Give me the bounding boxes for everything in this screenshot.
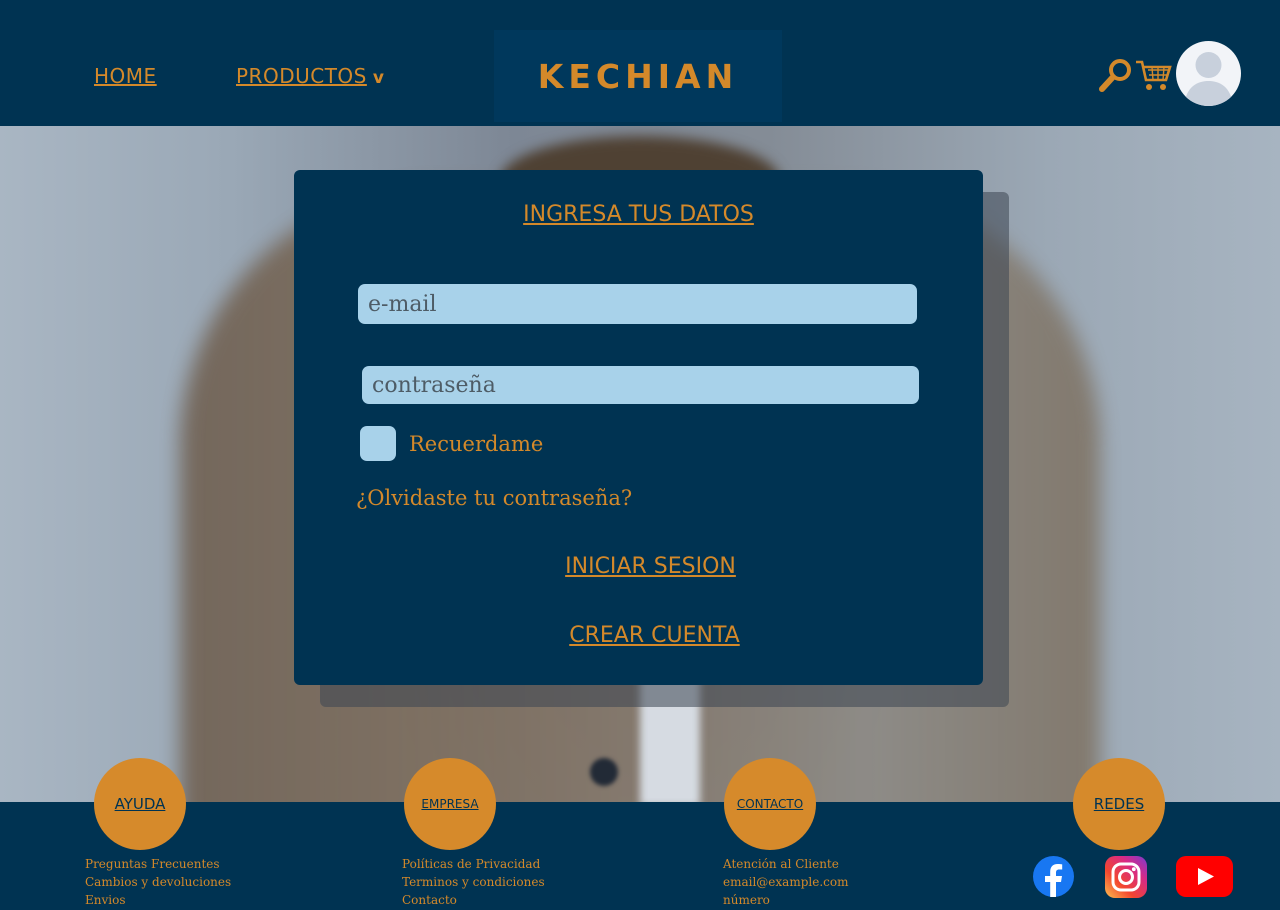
- footer-contacto-button[interactable]: CONTACTO: [724, 758, 816, 850]
- remember-me-checkbox[interactable]: [360, 426, 396, 461]
- footer-email[interactable]: email@example.com: [723, 873, 848, 891]
- forgot-password-link[interactable]: ¿Olvidaste tu contraseña?: [356, 486, 632, 510]
- youtube-icon[interactable]: [1176, 856, 1233, 897]
- nav-home-link[interactable]: HOME: [94, 64, 157, 88]
- chevron-down-icon: v: [372, 68, 385, 88]
- footer-link-returns[interactable]: Cambios y devoluciones: [85, 873, 231, 891]
- footer-link-privacy[interactable]: Políticas de Privacidad: [402, 855, 545, 873]
- password-input[interactable]: [362, 366, 919, 404]
- jacket-button-image: [590, 758, 618, 786]
- footer-empresa-list: Políticas de Privacidad Terminos y condi…: [402, 855, 545, 909]
- footer-ayuda-button[interactable]: AYUDA: [94, 758, 186, 850]
- footer-contacto-list: Atención al Cliente email@example.com nú…: [723, 855, 848, 909]
- login-title: INGRESA TUS DATOS: [523, 202, 754, 227]
- remember-me-label: Recuerdame: [409, 431, 544, 456]
- create-account-button[interactable]: CREAR CUENTA: [310, 623, 999, 648]
- footer-ayuda-list: Preguntas Frecuentes Cambios y devolucio…: [85, 855, 231, 909]
- site-header: HOME PRODUCTOS v KECHIAN: [0, 0, 1280, 126]
- instagram-icon[interactable]: [1105, 856, 1147, 898]
- user-avatar[interactable]: [1176, 41, 1241, 106]
- search-icon[interactable]: [1098, 56, 1134, 94]
- user-silhouette-icon: [1184, 52, 1233, 106]
- remember-me-option[interactable]: Recuerdame: [360, 426, 543, 461]
- footer-customer-service[interactable]: Atención al Cliente: [723, 855, 848, 873]
- footer-empresa-button[interactable]: EMPRESA: [404, 758, 496, 850]
- login-card: INGRESA TUS DATOS Recuerdame ¿Olvidaste …: [294, 170, 983, 685]
- footer-link-terms[interactable]: Terminos y condiciones: [402, 873, 545, 891]
- nav-products-label: PRODUCTOS: [236, 64, 367, 88]
- nav-products-dropdown[interactable]: PRODUCTOS v: [236, 64, 384, 88]
- footer-link-shipping[interactable]: Envios: [85, 891, 231, 909]
- login-button[interactable]: INICIAR SESION: [306, 554, 995, 579]
- footer-link-faq[interactable]: Preguntas Frecuentes: [85, 855, 231, 873]
- logo-container: KECHIAN: [494, 30, 782, 122]
- footer-link-contact[interactable]: Contacto: [402, 891, 545, 909]
- email-input[interactable]: [358, 284, 917, 324]
- footer-phone[interactable]: número: [723, 891, 848, 909]
- cart-icon[interactable]: [1134, 58, 1172, 92]
- footer-redes-button[interactable]: REDES: [1073, 758, 1165, 850]
- brand-logo: KECHIAN: [537, 56, 739, 96]
- facebook-icon[interactable]: [1033, 856, 1074, 897]
